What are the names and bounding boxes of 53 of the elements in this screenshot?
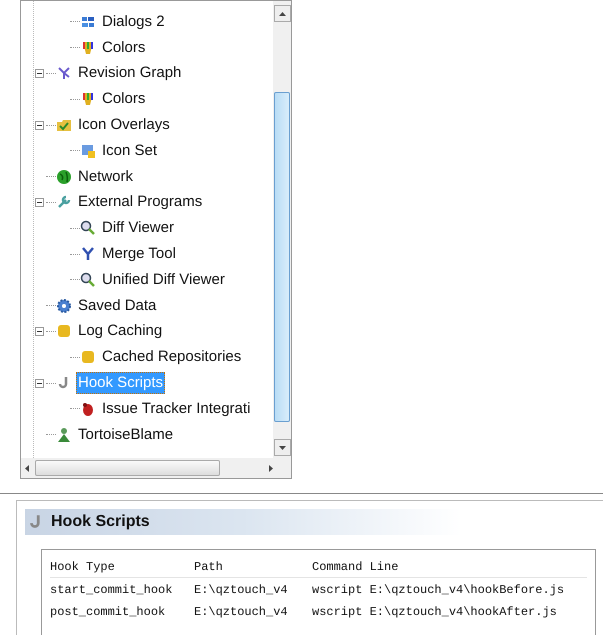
window-icon (80, 142, 96, 159)
column-header[interactable]: Path (194, 558, 312, 576)
table-cell-text: wscript E:\qztouch_v4\hookAfter.js (312, 604, 557, 621)
tree-item[interactable]: Diff Viewer (100, 217, 176, 240)
tree-item[interactable]: Unified Diff Viewer (100, 268, 227, 291)
column-header[interactable]: Hook Type (50, 558, 194, 576)
table-cell-text: start_commit_hook (50, 582, 174, 599)
table-cell-text: wscript E:\qztouch_v4\hookBefore.js (312, 582, 564, 599)
paint-icon (80, 40, 96, 56)
tree-item[interactable]: Saved Data (76, 294, 158, 317)
globe-icon (56, 168, 72, 185)
tree-item[interactable]: Log Caching (76, 320, 164, 342)
folder-icon (56, 117, 72, 134)
table-cell-text: E:\qztouch_v4 (194, 582, 289, 599)
collapse-toggle[interactable] (34, 326, 44, 336)
up-arrow-icon (278, 12, 286, 16)
magnifier-icon (80, 272, 96, 288)
scroll-thumb[interactable] (35, 460, 220, 476)
tree-item[interactable]: Dialogs 2 (100, 10, 167, 33)
tree-item[interactable]: Colors (100, 36, 148, 59)
tree-item[interactable]: Colors (100, 88, 148, 110)
tree-item[interactable]: External Programs (76, 191, 204, 214)
scroll-up-button[interactable] (274, 5, 290, 22)
merge-icon (80, 246, 96, 262)
paint-icon (80, 91, 96, 108)
tree-item[interactable]: Network (76, 166, 136, 188)
tree-item[interactable]: Merge Tool (100, 243, 178, 266)
bug-icon (80, 400, 96, 417)
collapse-toggle[interactable] (34, 120, 44, 130)
collapse-toggle[interactable] (34, 378, 44, 388)
person-icon (56, 426, 72, 443)
collapse-toggle[interactable] (34, 68, 44, 78)
wrench-icon (56, 194, 72, 210)
column-header[interactable]: Command Line (312, 558, 398, 576)
right-arrow-icon (269, 464, 273, 472)
gear-icon (56, 298, 72, 314)
tree-item[interactable]: TortoiseBlame (76, 424, 176, 446)
tree-item[interactable]: Revision Graph (76, 62, 184, 84)
left-arrow-icon (25, 464, 29, 472)
scroll-down-button[interactable] (274, 439, 290, 456)
magnifier-icon (80, 220, 96, 236)
down-arrow-icon (278, 446, 286, 450)
vertical-scrollbar[interactable] (273, 1, 291, 458)
tree-item[interactable]: Icon Set (100, 140, 160, 162)
tree-item[interactable]: Issue Tracker Integrati (100, 398, 252, 420)
page-title: Hook Scripts (51, 512, 150, 532)
table-cell-text: post_commit_hook (50, 604, 166, 621)
tree-item[interactable]: Cached Repositories (100, 346, 244, 368)
scroll-thumb[interactable] (274, 92, 290, 422)
table-cell-text: E:\qztouch_v4 (194, 604, 289, 621)
tree-item[interactable]: Icon Overlays (76, 114, 172, 136)
horizontal-scrollbar[interactable] (21, 458, 291, 478)
collapse-toggle[interactable] (34, 198, 44, 207)
